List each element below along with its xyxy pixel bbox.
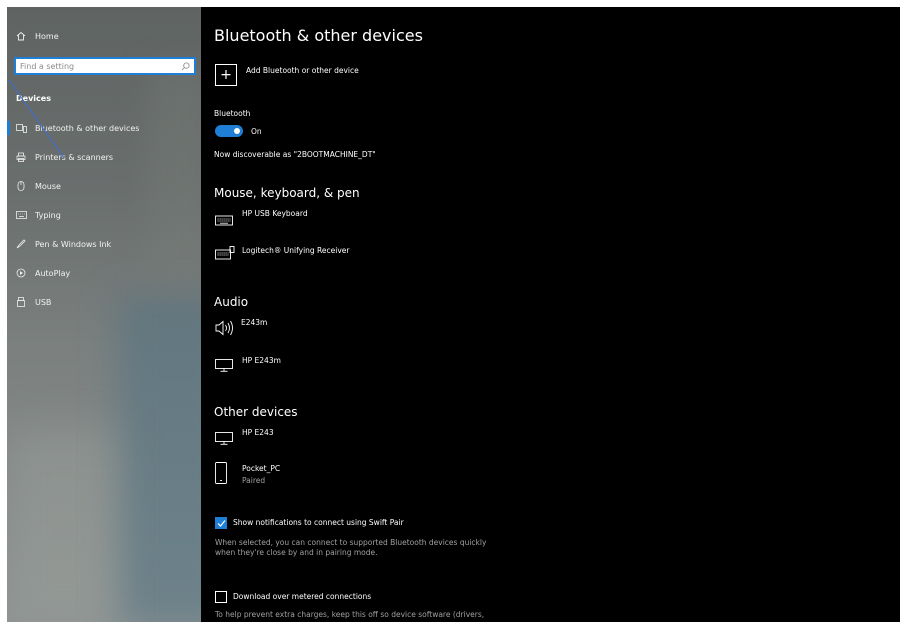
sidebar-item-usb[interactable]: USB (7, 289, 201, 315)
plus-icon: + (220, 67, 232, 83)
sidebar-item-label: Home (35, 31, 59, 41)
sidebar-item-bluetooth[interactable]: Bluetooth & other devices (7, 115, 201, 141)
sidebar-item-home[interactable]: Home (7, 23, 201, 49)
bluetooth-devices-icon (7, 123, 35, 133)
speaker-icon (215, 320, 235, 340)
search-input[interactable]: Find a setting (14, 57, 196, 75)
pen-icon (7, 239, 35, 249)
mouse-icon (7, 181, 35, 191)
device-name[interactable]: E243m (241, 318, 267, 327)
monitor-icon (215, 430, 233, 449)
settings-window: Home Find a setting Devices Bluetooth & … (0, 0, 900, 622)
device-name[interactable]: HP E243m (242, 356, 281, 365)
sidebar-item-printers[interactable]: Printers & scanners (7, 144, 201, 170)
sidebar-item-mouse[interactable]: Mouse (7, 173, 201, 199)
add-device-button[interactable]: + (215, 64, 237, 86)
sidebar-item-label: Typing (35, 210, 61, 220)
bluetooth-state: On (251, 127, 262, 136)
metered-download-description: To help prevent extra charges, keep this… (215, 610, 485, 619)
swift-pair-label[interactable]: Show notifications to connect using Swif… (233, 518, 404, 527)
metered-download-label[interactable]: Download over metered connections (233, 592, 371, 601)
monitor-icon (215, 357, 233, 376)
printer-icon (7, 152, 35, 162)
sidebar-item-label: Mouse (35, 181, 61, 191)
swift-pair-description-line1: When selected, you can connect to suppor… (215, 538, 487, 547)
metered-download-checkbox[interactable] (215, 591, 227, 603)
sidebar-item-autoplay[interactable]: AutoPlay (7, 260, 201, 286)
sidebar-item-label: Pen & Windows Ink (35, 239, 112, 249)
add-device-label[interactable]: Add Bluetooth or other device (246, 66, 359, 75)
usb-icon (7, 297, 35, 307)
page-title: Bluetooth & other devices (214, 26, 423, 45)
device-name[interactable]: Logitech® Unifying Receiver (242, 246, 350, 255)
section-title-audio: Audio (214, 295, 249, 309)
bluetooth-toggle[interactable] (215, 125, 243, 137)
device-name[interactable]: HP E243 (242, 428, 274, 437)
section-heading-devices: Devices (16, 94, 51, 103)
keyboard-icon (7, 211, 35, 219)
swift-pair-description-line2: when they're close by and in pairing mod… (215, 548, 378, 557)
sidebar-item-pen[interactable]: Pen & Windows Ink (7, 231, 201, 257)
search-icon (181, 61, 190, 70)
main-content: Bluetooth & other devices + Add Bluetoot… (201, 7, 900, 622)
keyboard-receiver-icon (215, 245, 235, 264)
sidebar: Home Find a setting Devices Bluetooth & … (7, 7, 201, 622)
checkmark-icon (217, 519, 225, 527)
device-status: Paired (242, 476, 266, 485)
phone-icon (215, 462, 227, 488)
sidebar-item-label: Printers & scanners (35, 152, 114, 162)
sidebar-item-label: AutoPlay (35, 268, 71, 278)
section-title-other-devices: Other devices (214, 405, 298, 419)
home-icon (7, 31, 35, 41)
swift-pair-checkbox[interactable] (215, 517, 227, 529)
bluetooth-label: Bluetooth (214, 109, 251, 118)
sidebar-item-label: Bluetooth & other devices (35, 123, 140, 133)
search-placeholder: Find a setting (20, 61, 75, 71)
device-name[interactable]: HP USB Keyboard (242, 209, 308, 218)
discoverable-text: Now discoverable as "2BOOTMACHINE_DT" (214, 150, 376, 159)
section-title-mouse-keyboard: Mouse, keyboard, & pen (214, 186, 360, 200)
sidebar-item-label: USB (35, 297, 52, 307)
keyboard-icon (215, 211, 233, 230)
device-name[interactable]: Pocket_PC (242, 464, 280, 473)
autoplay-icon (7, 268, 35, 278)
sidebar-item-typing[interactable]: Typing (7, 202, 201, 228)
